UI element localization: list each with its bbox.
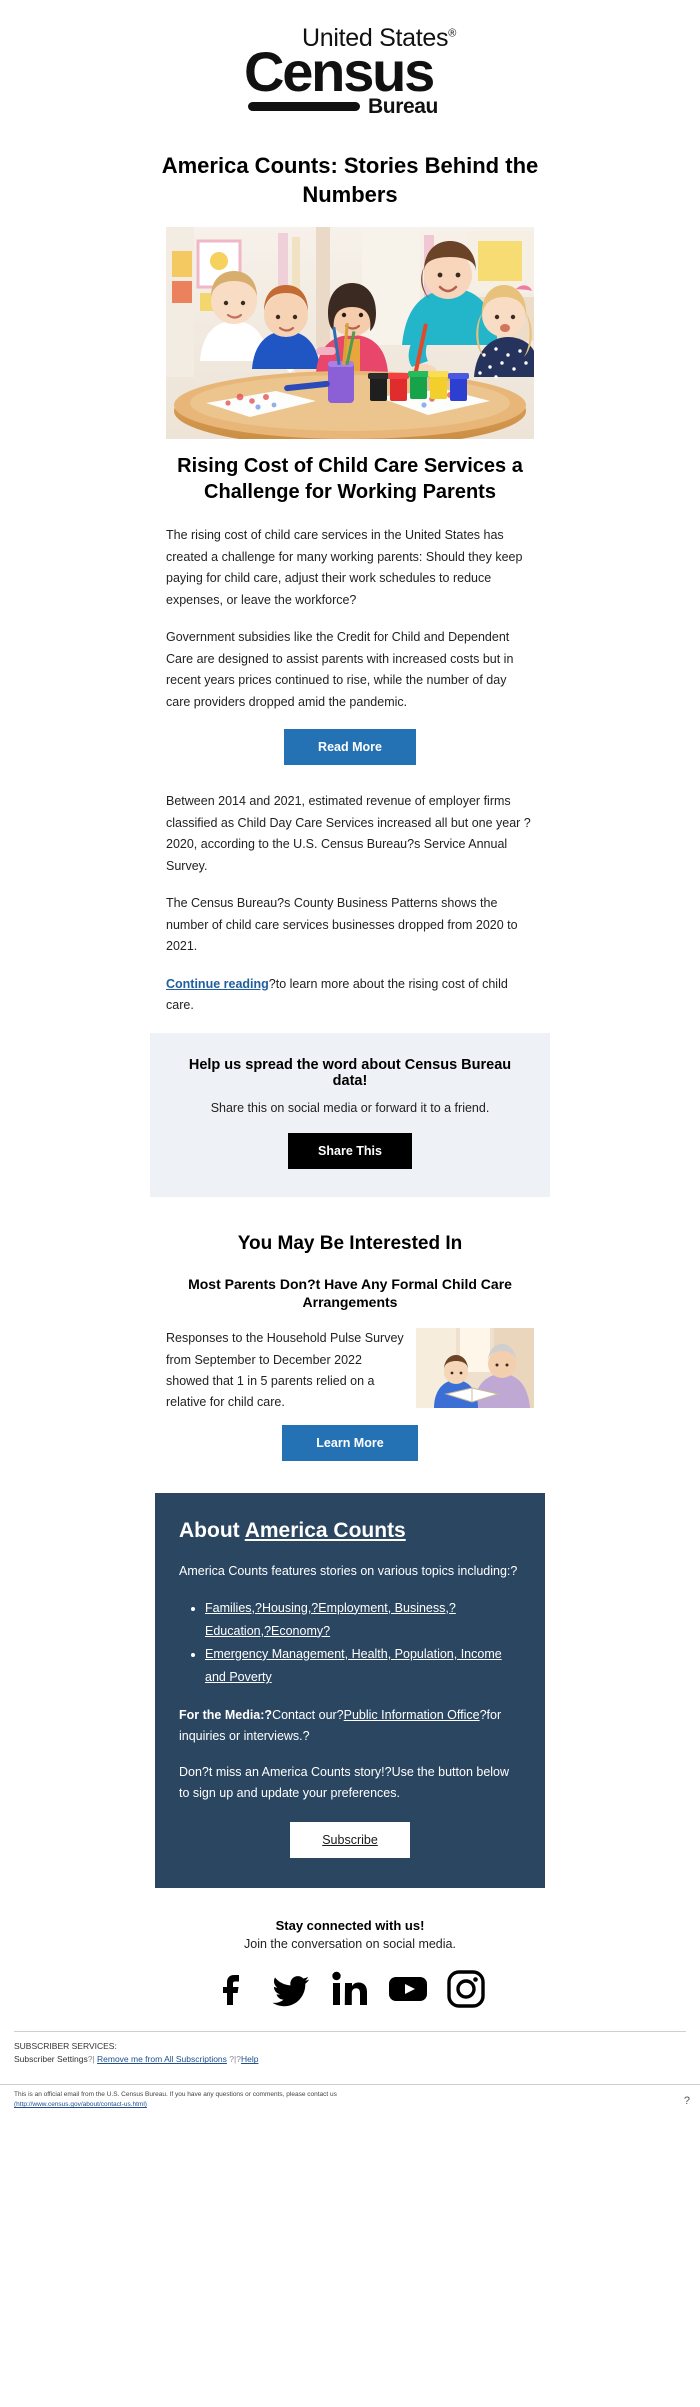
list-item: Families,?Housing,?Employment, Business,… <box>205 1597 521 1643</box>
facebook-icon[interactable] <box>214 1969 254 2009</box>
article-heading: Rising Cost of Child Care Services a Cha… <box>177 455 523 504</box>
interested-section-title: You May Be Interested In <box>237 1232 463 1254</box>
connect-subtext: Join the conversation on social media. <box>244 1937 456 1952</box>
hero-illustration <box>166 227 534 440</box>
public-information-office-link[interactable]: Public Information Office <box>344 1708 480 1722</box>
learn-more-button[interactable]: Learn More <box>282 1425 418 1462</box>
about-heading: About America Counts <box>179 1519 521 1543</box>
list-item: Emergency Management, Health, Population… <box>205 1643 521 1689</box>
share-this-button[interactable]: Share This <box>288 1132 412 1169</box>
official-email-notice: This is an official email from the U.S. … <box>14 2091 337 2099</box>
about-media-paragraph: For the Media:?Contact our?Public Inform… <box>179 1705 521 1748</box>
logo-bar-icon <box>248 102 360 111</box>
stay-connected-section: Stay connected with us! Join the convers… <box>140 1918 560 2009</box>
subscriber-services-label: SUBSCRIBER SERVICES: <box>14 2041 117 2052</box>
about-america-counts-block: About America Counts America Counts feat… <box>155 1493 545 1889</box>
twitter-icon[interactable] <box>272 1969 312 2009</box>
masthead-title: America Counts: Stories Behind the Numbe… <box>161 153 539 208</box>
subscribe-button[interactable]: Subscribe <box>290 1822 410 1859</box>
grandmother-reading-illustration <box>416 1328 534 1409</box>
about-heading-prefix: About <box>179 1519 245 1543</box>
census-logo-header: United States® Census Bureau <box>0 0 700 123</box>
interested-thumbnail <box>416 1328 534 1409</box>
interested-section: You May Be Interested In Most Parents Do… <box>166 1233 534 1462</box>
read-more-row: Read More <box>166 729 534 766</box>
census-bureau-logo: United States® Census Bureau <box>244 26 456 118</box>
contact-us-url[interactable]: (http://www.census.gov/about/contact-us.… <box>14 2101 147 2108</box>
footer-separator-1: ?| <box>87 2054 97 2065</box>
article-paragraph-2: Government subsidies like the Credit for… <box>166 630 514 709</box>
about-topic-line-1[interactable]: Families,?Housing,?Employment, Business,… <box>205 1601 456 1638</box>
share-subtext: Share this on social media or forward it… <box>210 1100 490 1115</box>
learn-more-row: Learn More <box>166 1425 534 1462</box>
help-link[interactable]: Help <box>241 2054 258 2064</box>
subscriber-links-row: Subscriber Settings?| Remove me from All… <box>14 2053 686 2066</box>
about-heading-underlined: America Counts <box>244 1519 406 1543</box>
registered-trademark-icon: ® <box>448 27 456 40</box>
read-more-button[interactable]: Read More <box>284 729 416 766</box>
footer-separator-2: ?|? <box>226 2054 241 2065</box>
footer: SUBSCRIBER SERVICES: Subscriber Settings… <box>0 2032 700 2076</box>
article-block: Rising Cost of Child Care Services a Cha… <box>166 453 534 1017</box>
connect-heading: Stay connected with us! <box>275 1918 425 1934</box>
youtube-icon[interactable] <box>388 1969 428 2009</box>
share-band: Help us spread the word about Census Bur… <box>150 1032 550 1197</box>
email-page: United States® Census Bureau America Cou… <box>0 0 700 2118</box>
about-media-text-before: Contact our? <box>272 1708 344 1723</box>
instagram-icon[interactable] <box>446 1969 486 2009</box>
share-heading: Help us spread the word about Census Bur… <box>188 1056 512 1089</box>
help-question-icon[interactable]: ? <box>684 2093 690 2110</box>
subscribe-row: Subscribe <box>179 1822 521 1859</box>
interested-promo: Responses to the Household Pulse Survey … <box>166 1328 534 1413</box>
social-icon-row <box>140 1969 560 2009</box>
footer-bottom: This is an official email from the U.S. … <box>0 2084 700 2118</box>
continue-reading-link[interactable]: Continue reading <box>166 977 269 991</box>
about-signup-text: Don?t miss an America Counts story!?Use … <box>179 1764 510 1800</box>
continue-reading-paragraph: Continue reading?to learn more about the… <box>166 974 534 1017</box>
hero-image <box>166 227 534 440</box>
remove-subscriptions-link[interactable]: Remove me from All Subscriptions <box>97 2054 227 2064</box>
article-paragraph-1: The rising cost of child care services i… <box>166 528 523 607</box>
subscriber-settings-text[interactable]: Subscriber Settings <box>14 2054 88 2064</box>
linkedin-icon[interactable] <box>330 1969 370 2009</box>
article-paragraph-3: Between 2014 and 2021, estimated revenue… <box>166 794 531 873</box>
about-intro: America Counts features stories on vario… <box>179 1564 518 1579</box>
about-media-label: For the Media:? <box>179 1708 273 1723</box>
logo-line-bureau: Bureau <box>368 95 438 118</box>
interested-item-title: Most Parents Don?t Have Any Formal Child… <box>188 1275 512 1311</box>
interested-item-text: Responses to the Household Pulse Survey … <box>166 1331 404 1410</box>
article-paragraph-4: The Census Bureau?s County Business Patt… <box>166 896 518 954</box>
about-topic-line-2[interactable]: Emergency Management, Health, Population… <box>205 1647 502 1684</box>
about-topic-list: Families,?Housing,?Employment, Business,… <box>179 1597 521 1690</box>
logo-line-census: Census <box>244 40 435 103</box>
